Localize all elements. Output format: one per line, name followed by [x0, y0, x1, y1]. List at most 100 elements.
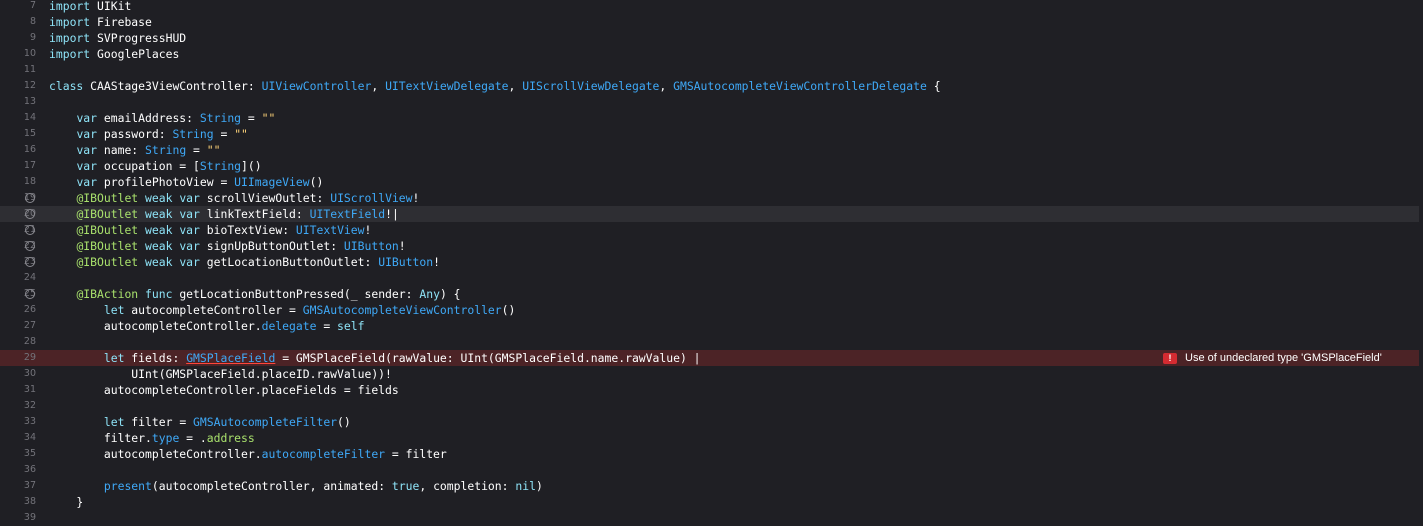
- code-token: @IBOutlet: [76, 191, 139, 205]
- code-token: autocompleteController.placeFields = fie…: [49, 383, 399, 397]
- code-editor[interactable]: 7 import UIKit 8 import Firebase 9 import SVP…: [0, 0, 1423, 526]
- code-text: let fields: GMSPlaceField = GMSPlaceFiel…: [49, 350, 701, 366]
- code-line[interactable]: 7 import UIKit: [0, 0, 1423, 14]
- code-line[interactable]: 38 }: [0, 494, 1423, 510]
- code-token: (): [309, 175, 324, 189]
- code-line[interactable]: 16 var name: String = "": [0, 142, 1423, 158]
- outlet-connection-icon[interactable]: [25, 193, 35, 203]
- code-line[interactable]: 26 let autocompleteController = GMSAutoc…: [0, 302, 1423, 318]
- code-token: var: [76, 159, 98, 173]
- code-token: autocompleteController.: [49, 319, 262, 333]
- code-token: CAAStage3ViewController:: [83, 79, 262, 93]
- code-line[interactable]: 10 import GooglePlaces: [0, 46, 1423, 62]
- code-token: , completion:: [419, 479, 516, 493]
- outlet-connection-icon[interactable]: [25, 257, 35, 267]
- outlet-connection-icon[interactable]: [25, 241, 35, 251]
- code-text: @IBAction func getLocationButtonPressed(…: [49, 286, 460, 302]
- code-token: SVProgressHUD: [90, 31, 187, 45]
- outlet-connection-icon[interactable]: [25, 289, 35, 299]
- code-line[interactable]: 39: [0, 510, 1423, 526]
- line-number: 14: [23, 112, 36, 123]
- code-token: class: [49, 79, 84, 93]
- line-number: 24: [23, 272, 36, 283]
- line-number: 34: [23, 432, 36, 443]
- line-number: 8: [29, 16, 36, 27]
- code-token: UITextViewDelegate: [385, 79, 509, 93]
- code-token: "": [261, 111, 276, 125]
- code-line[interactable]: 21 @IBOutlet weak var bioTextView: UITex…: [0, 222, 1423, 238]
- code-text: import Firebase: [49, 14, 152, 30]
- code-line[interactable]: 37 present(autocompleteController, anima…: [0, 478, 1423, 494]
- code-line[interactable]: 27 autocompleteController.delegate = sel…: [0, 318, 1423, 334]
- line-number: 12: [23, 80, 36, 91]
- code-token: var: [179, 191, 200, 205]
- line-number: 29: [23, 352, 36, 363]
- code-line[interactable]: 8 import Firebase: [0, 14, 1423, 30]
- code-token: autocompleteFilter: [261, 447, 386, 461]
- code-token: fields:: [124, 351, 187, 365]
- code-token: weak: [145, 191, 173, 205]
- code-line[interactable]: 12 class CAAStage3ViewController: UIViewC…: [0, 78, 1423, 94]
- line-number: 36: [23, 464, 36, 475]
- code-line[interactable]: 20 @IBOutlet weak var linkTextField: UIT…: [0, 206, 1423, 222]
- code-line[interactable]: 33 let filter = GMSAutocompleteFilter(): [0, 414, 1423, 430]
- code-token: func: [145, 287, 173, 301]
- code-text: autocompleteController.placeFields = fie…: [49, 382, 399, 398]
- code-line[interactable]: 32: [0, 398, 1423, 414]
- code-line[interactable]: 15 var password: String = "": [0, 126, 1423, 142]
- code-token: ,: [508, 79, 523, 93]
- code-line[interactable]: 14 var emailAddress: String = "": [0, 110, 1423, 126]
- code-token: !: [433, 255, 440, 269]
- code-line[interactable]: 28: [0, 334, 1423, 350]
- error-annotation[interactable]: ! Use of undeclared type 'GMSPlaceField': [1160, 350, 1382, 366]
- code-line[interactable]: 11: [0, 62, 1423, 78]
- code-line[interactable]: 23 @IBOutlet weak var getLocationButtonO…: [0, 254, 1423, 270]
- code-line[interactable]: 9 import SVProgressHUD: [0, 30, 1423, 46]
- code-line[interactable]: 19 @IBOutlet weak var scrollViewOutlet: …: [0, 190, 1423, 206]
- code-token: bioTextView:: [199, 223, 296, 237]
- code-line[interactable]: 22 @IBOutlet weak var signUpButtonOutlet…: [0, 238, 1423, 254]
- editor-scrollbar[interactable]: [1419, 0, 1423, 515]
- code-token: GMSPlaceField: [186, 351, 276, 365]
- code-line[interactable]: 24: [0, 270, 1423, 286]
- code-line[interactable]: 30 UInt(GMSPlaceField.placeID.rawValue))…: [0, 366, 1423, 382]
- code-token: = GMSPlaceField(rawValue: UInt(GMSPlaceF…: [275, 351, 701, 365]
- code-line[interactable]: 18 var profilePhotoView = UIImageView(): [0, 174, 1423, 190]
- code-token: !: [398, 239, 406, 253]
- code-token: var: [76, 175, 98, 189]
- code-token: UIButton: [378, 255, 434, 269]
- outlet-connection-icon[interactable]: [25, 209, 35, 219]
- code-line[interactable]: 13: [0, 94, 1423, 110]
- code-token: import: [49, 31, 91, 45]
- code-token: (): [501, 303, 516, 317]
- code-token: GMSAutocompleteViewControllerDelegate: [673, 79, 927, 93]
- code-token: @IBAction: [76, 287, 139, 301]
- code-line[interactable]: 34 filter.type = .address: [0, 430, 1423, 446]
- code-text: import UIKit: [49, 0, 131, 14]
- code-line[interactable]: 25 @IBAction func getLocationButtonPress…: [0, 286, 1423, 302]
- code-line[interactable]: 17 var occupation = [String](): [0, 158, 1423, 174]
- line-number: 26: [23, 304, 36, 315]
- code-line[interactable]: 29 let fields: GMSPlaceField = GMSPlaceF…: [0, 350, 1423, 366]
- code-line[interactable]: 31 autocompleteController.placeFields = …: [0, 382, 1423, 398]
- code-token: let: [103, 415, 125, 429]
- line-number: 10: [23, 48, 36, 59]
- code-line[interactable]: 35 autocompleteController.autocompleteFi…: [0, 446, 1423, 462]
- code-token: String: [172, 127, 214, 141]
- code-line[interactable]: 36: [0, 462, 1423, 478]
- code-text: var emailAddress: String = "": [49, 110, 275, 126]
- outlet-connection-icon[interactable]: [25, 225, 35, 235]
- code-token: String: [199, 111, 242, 125]
- code-token: UIScrollViewDelegate: [522, 79, 660, 93]
- code-token: String: [199, 159, 242, 173]
- code-text: present(autocompleteController, animated…: [49, 478, 543, 494]
- code-token: @IBOutlet: [76, 207, 139, 221]
- line-number: 35: [23, 448, 36, 459]
